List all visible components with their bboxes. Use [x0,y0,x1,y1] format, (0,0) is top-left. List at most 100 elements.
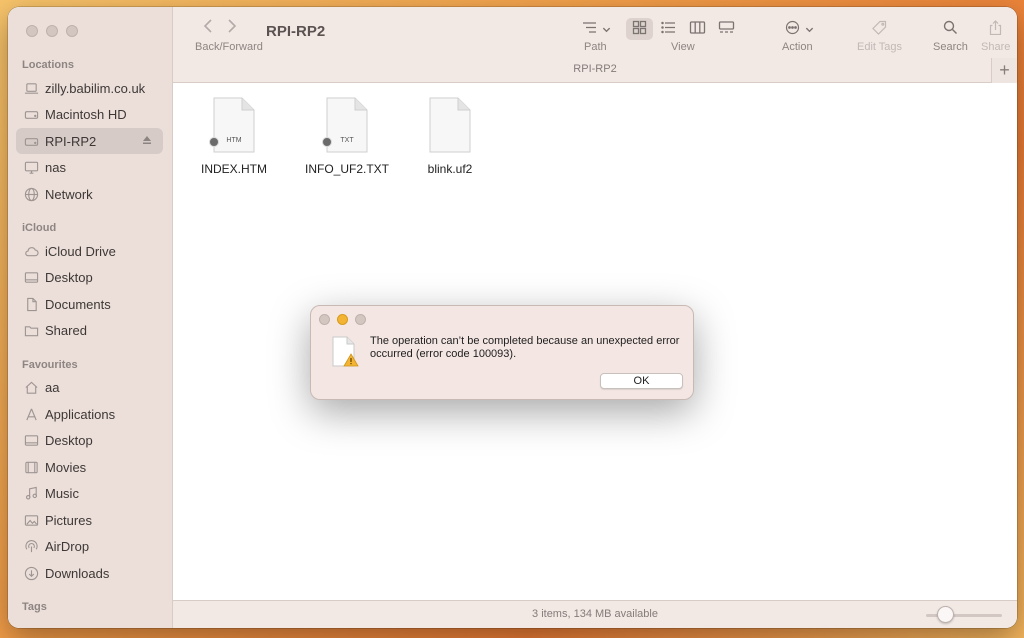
sidebar-item-applications[interactable]: Applications [16,401,163,427]
list-view-button[interactable] [660,18,677,40]
sidebar-item-desktop[interactable]: Desktop [16,427,163,453]
globe-icon [24,187,39,202]
ok-button[interactable]: OK [600,373,683,389]
dialog-close-button [319,314,330,325]
drive-icon [24,134,39,149]
close-button[interactable] [26,25,38,37]
sidebar-item-home[interactable]: aa [16,374,163,400]
sidebar-item-label: nas [45,159,66,175]
sidebar-item-label: Network [45,186,93,202]
applications-icon [24,407,39,422]
sidebar-item-label: RPI-RP2 [45,133,97,149]
warning-document-icon [331,336,359,368]
icon-view-button[interactable] [626,18,653,40]
file-item[interactable]: HTM INDEX.HTM [179,97,289,176]
chevron-down-icon [805,22,814,37]
sidebar-item-pictures[interactable]: Pictures [16,507,163,533]
path-bar: RPI-RP2 [573,63,617,75]
shared-folder-icon [24,323,39,338]
locations-heading: Locations [22,59,74,71]
sidebar-item-macintosh-hd[interactable]: Macintosh HD [16,101,163,127]
desktop-icon [24,433,39,448]
alias-badge-icon [322,137,332,147]
sidebar-item-nas[interactable]: nas [16,154,163,180]
search-button[interactable] [942,18,959,40]
tags-heading: Tags [22,601,47,613]
grid-icon [631,20,648,38]
error-alert-dialog: The operation can’t be completed because… [310,305,694,400]
drive-icon [24,107,39,122]
sidebar-item-network[interactable]: Network [16,181,163,207]
sidebar-item-label: Pictures [45,512,92,528]
sidebar-item-label: Shared [45,322,87,338]
desktop-icon [24,270,39,285]
edit-tags-button[interactable] [871,18,888,40]
display-icon [24,160,39,175]
sidebar-item-label: Documents [45,296,111,312]
sidebar-item-label: Movies [45,459,87,475]
forward-button[interactable] [227,19,237,36]
cloud-icon [24,244,39,259]
edit-tags-label: Edit Tags [857,41,903,53]
sidebar-item-music[interactable]: Music [16,480,163,506]
alias-badge-icon [209,137,219,147]
sidebar-item-label: Desktop [45,432,93,448]
dialog-zoom-button [355,314,366,325]
sidebar-item-downloads[interactable]: Downloads [16,560,163,586]
sidebar-item-label: Macintosh HD [45,106,127,122]
minimize-button[interactable] [46,25,58,37]
back-forward-buttons [203,19,237,36]
dialog-minimize-button[interactable] [337,314,348,325]
status-text: 3 items, 134 MB available [532,608,658,620]
dialog-window-controls [319,314,366,325]
sidebar-item-icloud-desktop[interactable]: Desktop [16,264,163,290]
sidebar-item-label: iCloud Drive [45,243,116,259]
document-icon [24,297,39,312]
favourites-heading: Favourites [22,359,78,371]
share-label: Share [981,41,1011,53]
path-button[interactable] [581,18,611,40]
plus-icon: + [999,60,1010,80]
file-item[interactable]: blink.uf2 [395,97,505,176]
sidebar-item-computer[interactable]: zilly.babilim.co.uk [16,75,163,101]
file-item[interactable]: TXT INFO_UF2.TXT [292,97,402,176]
sidebar-item-icloud-drive[interactable]: iCloud Drive [16,238,163,264]
column-view-button[interactable] [689,18,706,40]
toolbar: Back/Forward RPI-RP2 Path View Action Ed… [173,7,1017,83]
eject-icon[interactable] [141,134,153,149]
share-button[interactable] [987,18,1004,40]
sidebar-item-label: Downloads [45,565,110,581]
action-label: Action [782,41,813,53]
icon-size-slider-thumb[interactable] [936,606,954,623]
action-button[interactable] [784,18,814,40]
sidebar: Locations zilly.babilim.co.uk Macintosh … [8,7,173,628]
search-icon [942,20,959,38]
sidebar-item-label: Desktop [45,269,93,285]
document-icon: TXT [322,97,369,153]
list-icon [660,20,677,38]
chevron-down-icon [602,22,611,37]
ellipsis-circle-icon [784,20,801,38]
sidebar-item-movies[interactable]: Movies [16,454,163,480]
status-bar: 3 items, 134 MB available [173,600,1017,628]
sidebar-item-shared[interactable]: Shared [16,317,163,343]
sidebar-item-label: Applications [45,406,116,422]
sidebar-item-airdrop[interactable]: AirDrop [16,533,163,559]
window-title: RPI-RP2 [266,23,326,40]
zoom-button[interactable] [66,25,78,37]
document-icon: HTM [209,97,256,153]
home-icon [24,380,39,395]
path-label: Path [584,41,607,53]
sidebar-item-rpi-rp2[interactable]: RPI-RP2 [16,128,163,154]
film-icon [24,460,39,475]
file-name: INDEX.HTM [201,162,267,176]
gallery-view-button[interactable] [718,18,735,40]
new-tab-button[interactable]: + [991,58,1017,83]
sidebar-item-label: AirDrop [45,538,90,554]
share-icon [987,20,1004,38]
sidebar-item-documents[interactable]: Documents [16,291,163,317]
back-button[interactable] [203,19,213,36]
back-forward-label: Back/Forward [195,41,263,53]
airdrop-icon [24,539,39,554]
photo-icon [24,513,39,528]
